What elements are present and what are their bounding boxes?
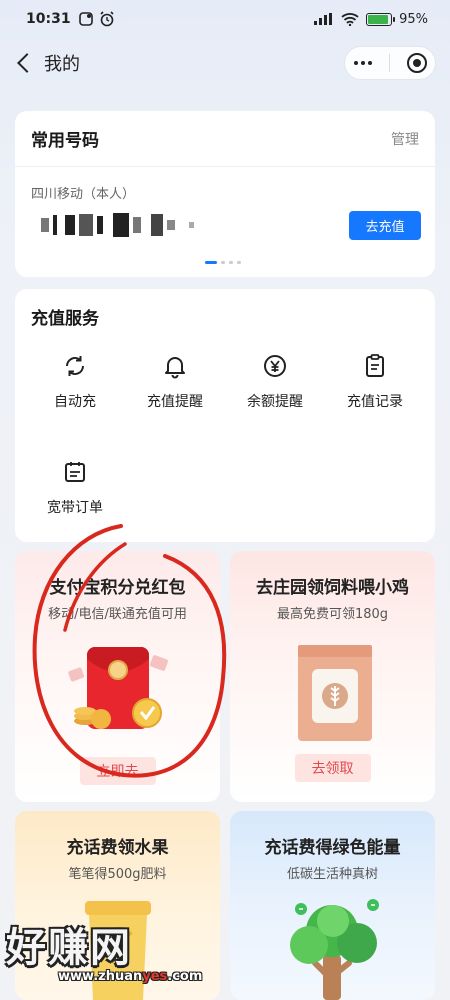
carrier-label: 四川移动（本人） [31, 187, 136, 202]
service-auto-recharge[interactable]: 自动充 [25, 353, 125, 411]
service-label: 充值记录 [347, 394, 403, 410]
service-title: 充值服务 [31, 309, 99, 329]
promo-subtitle: 低碳生活种真树 [286, 867, 378, 882]
alarm-icon [100, 11, 114, 27]
promo-action-button[interactable]: 去领取 [294, 754, 371, 782]
capsule-divider [388, 54, 390, 72]
status-time: 10:31 [26, 11, 71, 27]
carousel-indicator [205, 261, 241, 264]
battery-percent: 95% [399, 11, 428, 27]
yuan-circle-icon [262, 353, 288, 379]
masked-phone-number [41, 213, 194, 237]
frequent-number-card: 常用号码 管理 四川移动（本人） 去充值 [15, 111, 435, 277]
bell-icon [162, 353, 188, 379]
close-miniapp-icon[interactable] [406, 53, 427, 73]
refresh-icon [62, 353, 88, 379]
promo-subtitle: 移动/电信/联通充值可用 [48, 607, 187, 622]
status-bar: 10:31 95% [0, 0, 450, 38]
back-icon[interactable] [14, 51, 38, 75]
notification-icon [78, 12, 93, 26]
feed-bag-icon [298, 645, 372, 741]
calendar-icon [62, 459, 88, 485]
promo-farm-feed[interactable]: 去庄园领饲料喂小鸡 最高免费可领180g 去领取 [230, 551, 435, 802]
status-left-icons [78, 11, 115, 27]
watermark: 好赚网 www.zhuanyes.com [0, 915, 240, 1000]
red-envelope-icon [68, 647, 169, 729]
more-icon[interactable] [353, 61, 372, 65]
service-recharge-records[interactable]: 充值记录 [325, 353, 425, 411]
service-label: 余额提醒 [247, 394, 303, 410]
service-label: 自动充 [54, 394, 96, 410]
promo-alipay-points[interactable]: 支付宝积分兑红包 移动/电信/联通充值可用 立即去 [15, 551, 220, 802]
service-recharge-reminder[interactable]: 充值提醒 [125, 353, 225, 411]
status-right: 95% [314, 12, 428, 27]
frequent-number-title: 常用号码 [31, 131, 99, 151]
promo-title: 充话费领水果 [66, 838, 169, 858]
promo-action-button[interactable]: 立即去 [79, 757, 156, 785]
service-label: 充值提醒 [147, 394, 203, 410]
frequent-number-header: 常用号码 管理 [15, 111, 435, 167]
promo-title: 充话费得绿色能量 [264, 838, 401, 858]
recharge-service-card: 充值服务 自动充 充值提醒 余额提醒 充值记录 宽带订单 [15, 289, 435, 542]
recharge-button[interactable]: 去充值 [349, 211, 421, 240]
battery-icon [366, 12, 396, 26]
wifi-icon [341, 12, 359, 26]
tree-icon [290, 899, 379, 1000]
promo-subtitle: 最高免费可领180g [276, 607, 389, 622]
watermark-logo-text: 好赚网 [6, 925, 132, 971]
manage-link[interactable]: 管理 [391, 129, 419, 149]
service-broadband-orders[interactable]: 宽带订单 [25, 459, 125, 517]
promo-green-energy[interactable]: 充话费得绿色能量 低碳生活种真树 [230, 811, 435, 1000]
page-title: 我的 [44, 54, 80, 75]
promo-title: 去庄园领饲料喂小鸡 [256, 578, 409, 598]
service-balance-reminder[interactable]: 余额提醒 [225, 353, 325, 411]
promo-subtitle: 笔笔得500g肥料 [68, 867, 167, 882]
nav-header: 我的 [0, 38, 450, 88]
clipboard-icon [362, 353, 388, 379]
promo-title: 支付宝积分兑红包 [49, 578, 186, 598]
miniapp-capsule [344, 46, 436, 80]
signal-icon [314, 13, 333, 25]
watermark-url: www.zhuanyes.com [58, 969, 203, 984]
service-label: 宽带订单 [47, 500, 103, 516]
